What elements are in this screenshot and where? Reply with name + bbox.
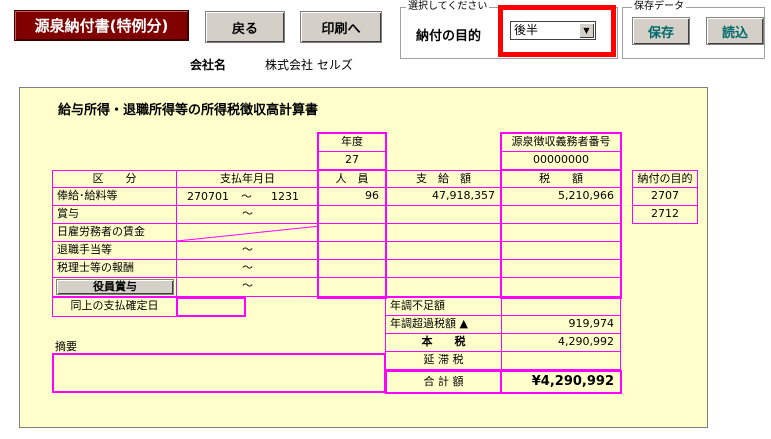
- year-label: 年度: [318, 133, 386, 152]
- company-label: 会社名: [190, 58, 227, 72]
- late-tax-label: 延 滞 税: [385, 351, 502, 370]
- year-value[interactable]: 27: [318, 151, 386, 170]
- header-pay-date: 支払年月日: [176, 170, 319, 188]
- persons-cell[interactable]: 96: [318, 187, 386, 206]
- pay-date-sep: ～: [241, 190, 252, 203]
- amount-cell[interactable]: [385, 241, 502, 260]
- pay-date-cell[interactable]: ～: [176, 259, 319, 278]
- pay-date-cell[interactable]: ～: [176, 241, 319, 260]
- tax-cell[interactable]: [501, 205, 621, 224]
- purpose-code: 2707: [632, 187, 698, 206]
- row-label: 日雇労務者の賃金: [52, 223, 177, 242]
- late-tax-value[interactable]: [501, 351, 621, 370]
- tax-cell[interactable]: 5,210,966: [501, 187, 621, 206]
- row-label: 賞与: [52, 205, 177, 224]
- total-value[interactable]: ¥4,290,992: [500, 370, 622, 394]
- confirm-date-input[interactable]: [176, 297, 246, 317]
- persons-cell[interactable]: [318, 223, 386, 242]
- save-group-label: 保存データ: [632, 1, 686, 13]
- shortage-value[interactable]: [501, 297, 621, 316]
- back-button[interactable]: 戻る: [205, 11, 285, 43]
- shortage-label: 年調不足額: [385, 297, 502, 316]
- save-button[interactable]: 保存: [632, 17, 690, 45]
- tax-cell[interactable]: [501, 241, 621, 260]
- tax-calculation-panel: 給与所得・退職所得等の所得税徴収高計算書 年度 27 源泉徴収義務者番号 000…: [19, 87, 708, 428]
- tax-cell[interactable]: [501, 223, 621, 242]
- tax-cell[interactable]: [501, 277, 621, 297]
- amount-cell[interactable]: [385, 259, 502, 278]
- header-amount: 支 給 額: [385, 170, 502, 188]
- persons-cell[interactable]: [318, 205, 386, 224]
- remarks-input[interactable]: [52, 353, 386, 393]
- row-label: 退職手当等: [52, 241, 177, 260]
- print-button[interactable]: 印刷へ: [300, 11, 382, 43]
- persons-cell[interactable]: [318, 259, 386, 278]
- tax-cell[interactable]: [501, 259, 621, 278]
- pay-date-cell[interactable]: ～: [176, 205, 319, 224]
- row-label: 俸給･給料等: [52, 187, 177, 206]
- persons-cell[interactable]: [318, 241, 386, 260]
- pay-date-to: 1231: [271, 190, 299, 203]
- pay-date-cell[interactable]: 270701 ～ 1231: [176, 187, 319, 206]
- chevron-down-icon[interactable]: ▼: [579, 23, 594, 38]
- panel-title: 給与所得・退職所得等の所得税徴収高計算書: [58, 103, 319, 118]
- purpose-label: 納付の目的: [416, 29, 482, 44]
- confirm-date-label: 同上の支払確定日: [52, 297, 177, 317]
- purpose-code: 2712: [632, 205, 698, 224]
- header-persons: 人 員: [318, 170, 386, 188]
- main-tax-value[interactable]: 4,290,992: [501, 333, 621, 352]
- total-label: 合 計 額: [385, 370, 502, 394]
- row-label: 税理士等の報酬: [52, 259, 177, 278]
- header-category: 区 分: [52, 170, 177, 188]
- officer-bonus-cell: 役員賞与: [52, 277, 177, 297]
- officer-bonus-button[interactable]: 役員賞与: [56, 279, 174, 295]
- excess-value[interactable]: 919,974: [501, 315, 621, 334]
- select-group-label: 選択してください: [406, 1, 490, 13]
- amount-cell[interactable]: [385, 205, 502, 224]
- purpose-table-header: 納付の目的: [632, 170, 698, 188]
- purpose-select-value: 後半: [514, 23, 539, 37]
- pay-date-from: 270701: [187, 190, 229, 203]
- company-name: 株式会社 セルズ: [265, 58, 353, 72]
- purpose-select[interactable]: 後半 ▼: [510, 21, 596, 40]
- amount-cell[interactable]: 47,918,357: [385, 187, 502, 206]
- amount-cell[interactable]: [385, 277, 502, 297]
- amount-cell[interactable]: [385, 223, 502, 242]
- persons-cell[interactable]: [318, 277, 386, 297]
- title-button[interactable]: 源泉納付書(特例分): [14, 10, 189, 41]
- excess-label: 年調超過税額 ▲: [385, 315, 502, 334]
- obligor-value[interactable]: 00000000: [501, 151, 621, 170]
- obligor-label: 源泉徴収義務者番号: [501, 133, 621, 152]
- load-button[interactable]: 読込: [706, 17, 764, 45]
- header-tax: 税 額: [501, 170, 621, 188]
- main-tax-label: 本 税: [385, 333, 502, 352]
- diagonal-line: [177, 225, 318, 241]
- pay-date-cell: [176, 223, 319, 242]
- pay-date-cell[interactable]: ～: [176, 277, 319, 297]
